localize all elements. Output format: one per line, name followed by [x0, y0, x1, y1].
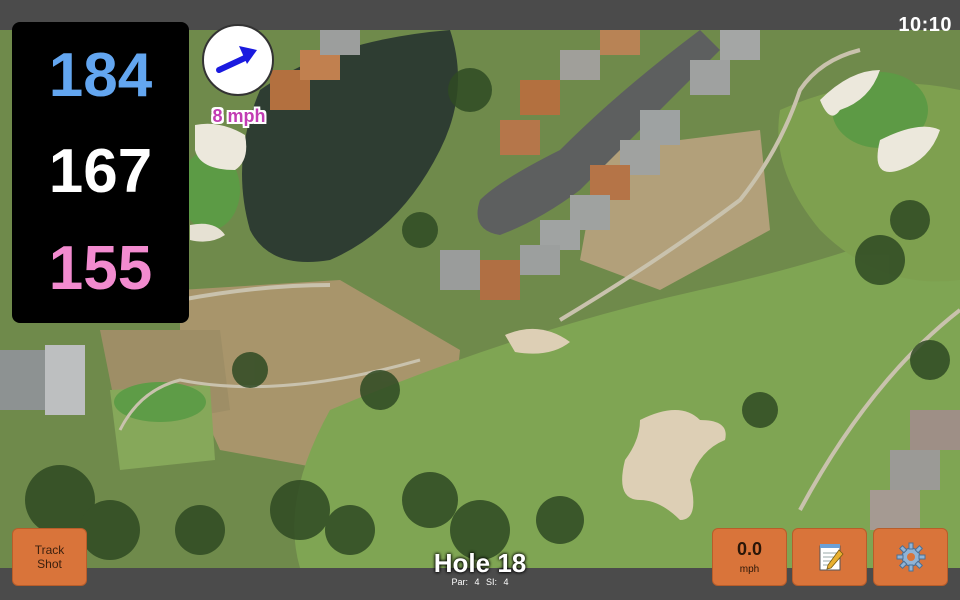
speed-button[interactable]: 0.0 mph: [712, 528, 787, 586]
wind-speed-label: 8 mph: [212, 106, 266, 126]
middle-of-green-distance: 167: [48, 137, 153, 207]
settings-button[interactable]: [873, 528, 948, 586]
wind-arrow-icon: [216, 46, 257, 73]
hole-info: Par: 4 SI: 4: [451, 577, 509, 587]
hole-title: Hole 18: [433, 548, 527, 578]
wind-indicator: [202, 24, 274, 96]
speed-value: 0.0: [736, 539, 763, 559]
notes-button[interactable]: [792, 528, 867, 586]
speed-unit: mph: [739, 564, 760, 575]
track-shot-label: Track Shot: [34, 542, 65, 571]
notepad-icon: [819, 544, 844, 571]
clock: 10:10: [898, 14, 952, 36]
gear-icon: [896, 542, 925, 572]
track-shot-button[interactable]: Track Shot: [12, 528, 87, 586]
distance-panel: 184 167 155: [12, 22, 189, 323]
front-of-green-distance: 155: [48, 233, 153, 303]
back-of-green-distance: 184: [48, 41, 153, 111]
